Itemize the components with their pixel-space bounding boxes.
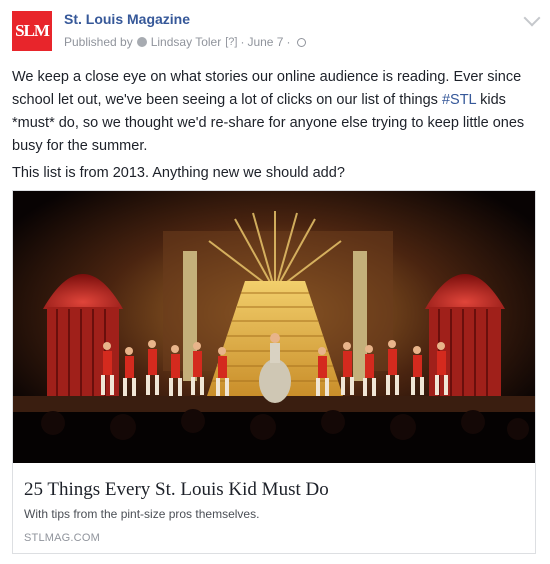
- post-paragraph-1: We keep a close eye on what stories our …: [12, 66, 534, 158]
- help-link[interactable]: [?]: [225, 36, 237, 48]
- author-link[interactable]: Lindsay Toler: [151, 35, 222, 49]
- link-preview-image[interactable]: [13, 191, 535, 463]
- globe-icon[interactable]: [297, 37, 307, 47]
- link-preview-card[interactable]: 25 Things Every St. Louis Kid Must Do Wi…: [12, 190, 536, 554]
- meta-separator-2: ·: [286, 35, 291, 49]
- post-paragraph-2: This list is from 2013. Anything new we …: [12, 165, 345, 181]
- author-avatar-icon: [136, 37, 147, 47]
- page-name-link[interactable]: St. Louis Magazine: [64, 11, 190, 27]
- hashtag-link[interactable]: #STL: [442, 92, 476, 108]
- post-meta: Published by Lindsay Toler [?] · June 7 …: [64, 35, 307, 49]
- post-body: We keep a close eye on what stories our …: [12, 66, 534, 189]
- stage-scene-image: [13, 191, 535, 463]
- post-date-link[interactable]: June 7: [247, 35, 283, 49]
- facebook-post: SLM St. Louis Magazine Published by Lind…: [0, 0, 550, 564]
- page-logo[interactable]: SLM: [12, 11, 52, 51]
- link-card-domain: STLMAG.COM: [24, 532, 100, 544]
- published-by-label: Published by: [64, 35, 133, 49]
- meta-separator: ·: [240, 35, 245, 49]
- link-card-description: With tips from the pint-size pros themse…: [24, 507, 260, 521]
- link-card-title[interactable]: 25 Things Every St. Louis Kid Must Do: [24, 479, 329, 501]
- chevron-down-icon[interactable]: [523, 9, 541, 27]
